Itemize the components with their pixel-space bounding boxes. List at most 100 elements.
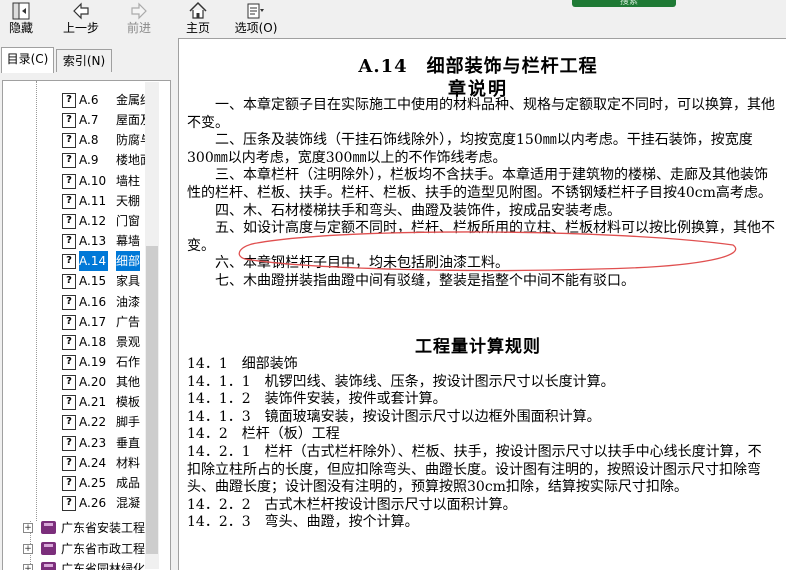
tree-item[interactable]: ? A.18 景观	[62, 332, 146, 352]
tree-item-title: 脚手	[116, 415, 141, 430]
tree-item[interactable]: ? A.25 成品	[62, 473, 146, 493]
tree-book[interactable]: + 广东省园林绿化	[3, 559, 145, 570]
help-page-icon: ?	[62, 475, 76, 491]
help-page-icon: ?	[62, 395, 76, 411]
tree-item-title: 油漆	[116, 294, 141, 309]
hide-button[interactable]: 隐藏	[4, 0, 38, 38]
tree-item-title: 门窗	[116, 213, 141, 228]
tree-item-title: 墙柱	[116, 173, 141, 188]
tree-item-number: A.7	[79, 113, 99, 128]
tree-item-number: A.16	[79, 294, 107, 309]
forward-button[interactable]: 前进	[119, 0, 159, 38]
rule-line: 14．1 细部装饰	[187, 356, 298, 372]
help-page-icon: ?	[62, 113, 76, 129]
home-button[interactable]: 主页	[181, 0, 215, 38]
help-page-icon: ?	[62, 173, 76, 189]
note-paragraph: 一、本章定额子目在实际施工中使用的材料品种、规格与定额取定不同时，可以换算，其他…	[187, 97, 775, 131]
help-page-icon: ?	[62, 153, 76, 169]
options-label: 选项(O)	[234, 21, 278, 35]
tree-item-number: A.20	[79, 375, 107, 390]
tree-item-number: A.12	[79, 213, 107, 228]
search-button[interactable]: 搜索	[572, 0, 676, 7]
help-page-icon: ?	[62, 254, 76, 270]
tree-item-number: A.6	[79, 93, 99, 107]
tree-item[interactable]: ? A.21 模板	[62, 392, 146, 412]
help-page-icon: ?	[62, 375, 76, 391]
expand-icon[interactable]: +	[23, 523, 33, 533]
search-label: 搜索	[620, 0, 639, 7]
tab-index[interactable]: 索引(N)	[56, 49, 112, 72]
chapter-notes: 一、本章定额子目在实际施工中使用的材料品种、规格与定额取定不同时，可以换算，其他…	[187, 97, 775, 291]
rule-line: 14．1．2 装饰件安装，按件或套计算。	[187, 391, 447, 408]
help-page-icon: ?	[62, 314, 76, 330]
tree-item[interactable]: ? A.11 天棚	[62, 191, 146, 211]
home-label: 主页	[185, 21, 210, 35]
back-button[interactable]: 上一步	[58, 0, 104, 38]
tree-item-number: A.24	[79, 455, 107, 470]
help-page-icon: ?	[62, 234, 76, 250]
tree-item-title: 景观	[116, 334, 141, 349]
tab-contents[interactable]: 目录(C)	[1, 47, 54, 73]
help-page-icon: ?	[62, 274, 76, 290]
tree-item-title: 广告	[116, 314, 141, 329]
tree-item[interactable]: ? A.16 油漆	[62, 292, 146, 312]
tree-item-number: A.23	[79, 435, 107, 450]
tree-item[interactable]: ? A.10 墙柱	[62, 171, 146, 191]
help-page-icon: ?	[62, 496, 76, 511]
tree-item[interactable]: ? A.9 楼地面	[62, 150, 152, 170]
tree-item[interactable]: ? A.22 脚手	[62, 412, 146, 432]
tree-item[interactable]: ? A.8 防腐与	[62, 130, 152, 150]
tree-item[interactable]: ? A.15 家具	[62, 271, 146, 291]
tree-item-title: 石作	[116, 354, 141, 369]
tree-item[interactable]: ? A.19 石作	[62, 352, 146, 372]
tree-item[interactable]: ? A.23 垂直	[62, 433, 146, 453]
tree-scrollbar-thumb[interactable]	[146, 246, 158, 554]
tree-book[interactable]: + 广东省市政工程	[3, 539, 146, 559]
tree-item[interactable]: ? A.13 幕墙	[62, 231, 146, 251]
rule-line: 14．1．1 机锣凹线、装饰线、压条，按设计图示尺寸以长度计算。	[187, 373, 615, 390]
help-page-icon: ?	[62, 213, 76, 229]
tree-item[interactable]: ? A.14 细部	[62, 251, 146, 272]
tree-item-number: A.8	[79, 133, 99, 148]
note-paragraph: 三、本章栏杆（注明除外），栏板均不含扶手。本章适用于建筑物的楼梯、走廊及其他装饰…	[187, 167, 772, 201]
tree-book-title: 广东省市政工程	[61, 541, 146, 556]
tree-item[interactable]: ? A.7 屋面及	[62, 110, 152, 130]
tree-item-title: 成品	[116, 475, 141, 490]
tree-item-number: A.17	[79, 314, 107, 329]
tree-item-title: 细部	[116, 251, 141, 272]
help-page-icon: ?	[62, 354, 76, 370]
help-page-icon: ?	[62, 193, 76, 209]
back-label: 上一步	[62, 21, 99, 35]
tree-item-number: A.10	[79, 173, 107, 188]
help-page-icon: ?	[62, 294, 76, 310]
help-page-icon: ?	[62, 93, 76, 108]
tree-item[interactable]: ? A.20 其他	[62, 372, 146, 392]
tree-item-number: A.9	[79, 153, 99, 168]
options-button[interactable]: 选项(O)	[232, 0, 280, 38]
rule-line: 14．2．3 弯头、曲蹬，按个计算。	[187, 514, 419, 531]
tree-book[interactable]: + 广东省安装工程	[3, 518, 145, 538]
tree-line	[36, 81, 37, 521]
tree-item-title: 天棚	[116, 193, 141, 208]
tree-item[interactable]: ? A.26 混凝	[62, 493, 146, 513]
note-paragraph: 六、本章钢栏杆子目中，均未包括刷油漆工料。	[215, 255, 509, 272]
tree-item[interactable]: ? A.17 广告	[62, 312, 146, 332]
tree-item[interactable]: ? A.24 材料	[62, 453, 146, 473]
tree-item-number: A.25	[79, 475, 107, 490]
note-paragraph: 七、木曲蹬拼装指曲蹬中间有驳缝，整装是指整个中间不能有驳口。	[215, 272, 635, 289]
options-icon	[247, 3, 264, 19]
book-icon	[41, 521, 56, 534]
expand-icon[interactable]: +	[23, 543, 33, 554]
tree-item-title: 混凝	[116, 496, 141, 510]
forward-label: 前进	[126, 21, 151, 35]
rule-line: 14．1．3 镜面玻璃安装，按设计图示尺寸以边框外围面积计算。	[187, 408, 601, 425]
tree-item[interactable]: ? A.12 门窗	[62, 211, 146, 231]
tree-item-title: 材料	[116, 455, 141, 470]
expand-icon[interactable]: +	[23, 564, 33, 570]
tree-item-title: 幕墙	[116, 234, 141, 249]
tree-item-title: 垂直	[116, 435, 141, 450]
note-paragraph: 五、如设计高度与定额不同时，栏杆、栏板所用的立柱、栏板材料可以按比例换算，其他不…	[187, 220, 775, 254]
tree-item-title: 家具	[116, 274, 141, 289]
calculation-rules: 14．1 细部装饰 14．1．1 机锣凹线、装饰线、压条，按设计图示尺寸以长度计…	[187, 356, 773, 532]
tree-item[interactable]: ? A.6 金属结	[62, 90, 152, 110]
